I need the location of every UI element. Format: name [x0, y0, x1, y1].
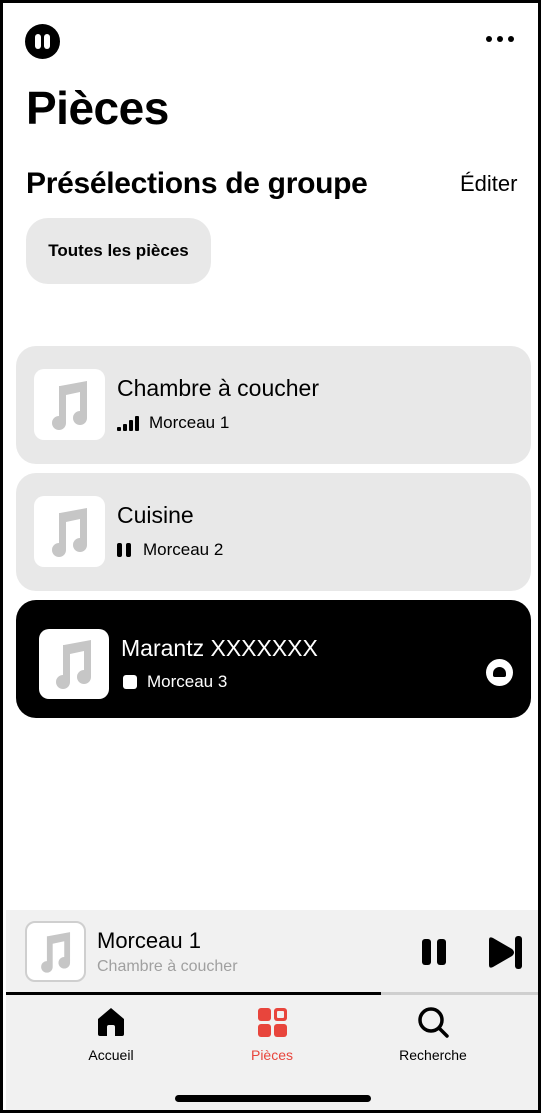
search-icon [418, 1007, 449, 1038]
music-note-icon [51, 507, 87, 557]
room-card-bedroom[interactable]: Chambre à coucher Morceau 1 [16, 346, 531, 464]
group-speaker-icon[interactable] [486, 659, 513, 686]
room-name: Chambre à coucher [117, 375, 319, 401]
rooms-grid-icon [258, 1008, 287, 1037]
room-name: Marantz XXXXXXX [121, 635, 318, 661]
home-icon [98, 1008, 124, 1036]
stop-icon [123, 675, 137, 689]
album-art [34, 369, 105, 440]
more-horizontal-icon[interactable] [486, 36, 518, 44]
home-indicator[interactable] [175, 1095, 371, 1102]
track-name: Morceau 1 [149, 413, 230, 432]
signal-bars-icon [117, 415, 139, 431]
tab-search[interactable]: Recherche [373, 1005, 493, 1063]
tab-label: Recherche [399, 1047, 467, 1063]
mini-player[interactable]: Morceau 1 Chambre à coucher [6, 910, 538, 994]
pause-button[interactable] [422, 939, 448, 965]
room-card-marantz[interactable]: Marantz XXXXXXX Morceau 3 [16, 600, 531, 718]
room-status: Morceau 2 [117, 540, 224, 559]
section-title: Présélections de groupe [26, 167, 368, 200]
preset-chip-all-rooms[interactable]: Toutes les pièces [26, 218, 211, 284]
edit-button[interactable]: Éditer [460, 171, 517, 197]
music-note-icon [51, 380, 87, 430]
page-title: Pièces [26, 82, 169, 134]
pause-icon [117, 543, 133, 557]
room-card-kitchen[interactable]: Cuisine Morceau 2 [16, 473, 531, 591]
pause-circle-icon[interactable] [25, 24, 60, 59]
tab-label: Pièces [250, 1047, 294, 1063]
tab-label: Accueil [88, 1047, 134, 1063]
room-status: Morceau 1 [117, 413, 230, 432]
app-screen: Pièces Présélections de groupe Éditer To… [0, 0, 541, 1113]
track-name: Morceau 3 [147, 672, 228, 691]
music-note-icon [56, 640, 91, 689]
tab-home[interactable]: Accueil [51, 1005, 171, 1063]
album-art [34, 496, 105, 567]
track-name: Morceau 2 [143, 540, 224, 559]
room-status: Morceau 3 [123, 672, 228, 691]
now-playing-room: Chambre à coucher [97, 958, 238, 975]
album-art [39, 629, 109, 699]
music-note-icon [40, 931, 70, 973]
now-playing-title: Morceau 1 [97, 928, 201, 953]
room-name: Cuisine [117, 502, 194, 528]
skip-next-icon[interactable] [487, 936, 523, 969]
tab-rooms[interactable]: Pièces [212, 1005, 332, 1063]
mini-album-art [25, 921, 86, 982]
